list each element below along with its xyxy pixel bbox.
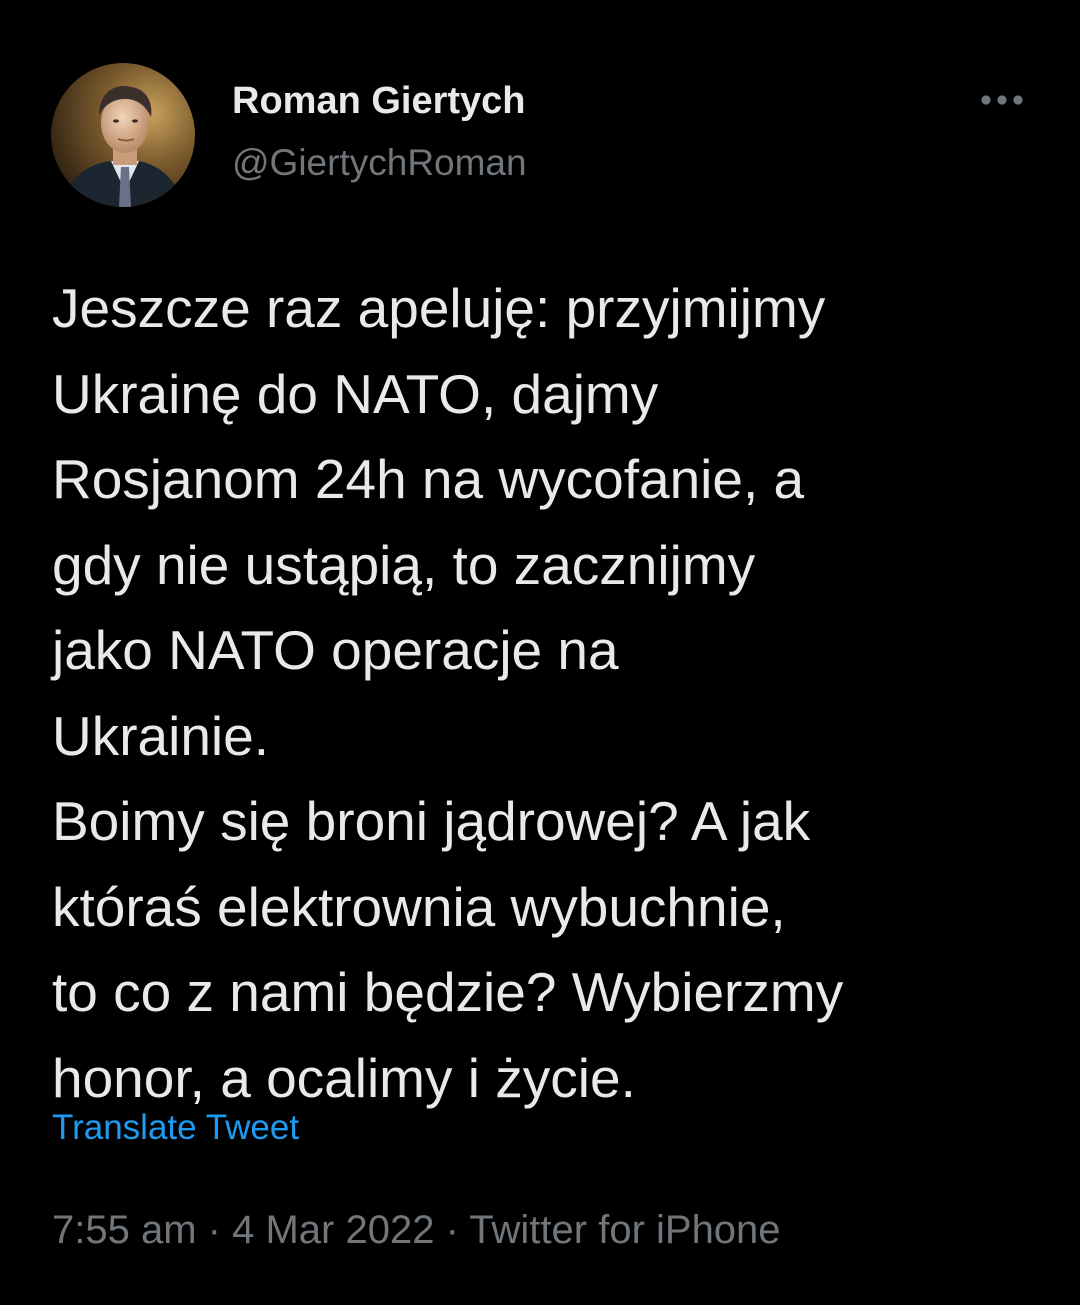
avatar-image (51, 63, 195, 207)
translate-tweet-link[interactable]: Translate Tweet (52, 1108, 299, 1148)
more-horizontal-icon (981, 95, 1023, 105)
tweet-date[interactable]: 4 Mar 2022 (232, 1208, 434, 1252)
tweet-source[interactable]: Twitter for iPhone (469, 1208, 780, 1252)
tweet-text-line: to co z nami będzie? Wybierzmy (52, 961, 844, 1023)
meta-separator: · (207, 1208, 221, 1252)
avatar[interactable] (51, 63, 195, 207)
tweet-text-line: jako NATO operacje na (52, 619, 619, 681)
more-options-button[interactable] (970, 80, 1034, 120)
author-name[interactable]: Roman Giertych (232, 80, 526, 123)
tweet: Roman Giertych @GiertychRoman Jeszcze ra… (0, 0, 1080, 1305)
tweet-text-line: gdy nie ustąpią, to zacznijmy (52, 533, 756, 596)
tweet-text-line: Ukrainie. (52, 704, 270, 767)
meta-separator: · (445, 1208, 459, 1252)
author-handle[interactable]: @GiertychRoman (232, 142, 527, 184)
tweet-text-line: Jeszcze raz apeluję: przyjmijmy (52, 277, 826, 339)
tweet-text-line: któraś elektrownia wybuchnie, (52, 875, 786, 938)
tweet-metadata: 7:55 am · 4 Mar 2022 · Twitter for iPhon… (52, 1208, 781, 1253)
tweet-text-line: Ukrainę do NATO, dajmy (52, 362, 659, 425)
tweet-text-line: Boimy się broni jądrowej? A jak (52, 790, 811, 852)
tweet-text: Jeszcze raz apeluję: przyjmijmy Ukrainę … (52, 266, 1052, 1121)
tweet-time[interactable]: 7:55 am (52, 1208, 197, 1252)
tweet-text-line: Rosjanom 24h na wycofanie, a (52, 448, 805, 510)
